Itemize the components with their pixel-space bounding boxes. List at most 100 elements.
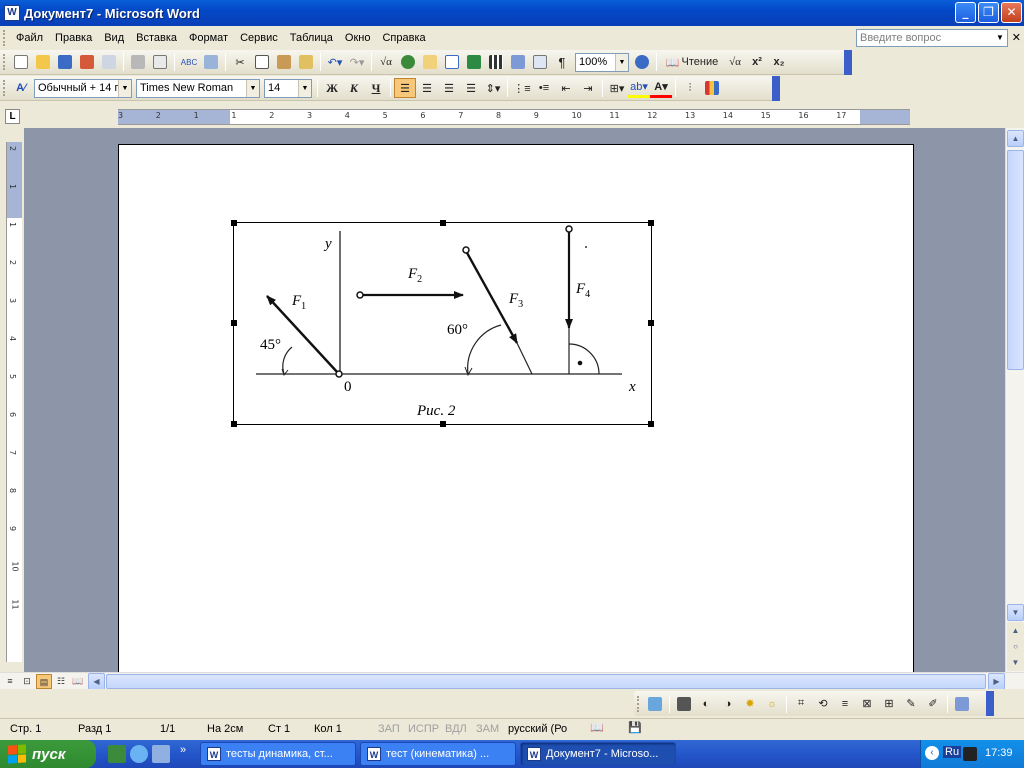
- more-brightness-icon[interactable]: ✸: [739, 694, 761, 714]
- resize-handle-tl[interactable]: [231, 220, 237, 226]
- vertical-scrollbar[interactable]: ▲ ▼ ▲ ○ ▼: [1005, 128, 1024, 672]
- less-brightness-icon[interactable]: ☼: [761, 694, 783, 714]
- resize-handle-mr[interactable]: [648, 320, 654, 326]
- styles-formatting-icon[interactable]: A⁄: [10, 78, 32, 98]
- resize-handle-tr[interactable]: [648, 220, 654, 226]
- undo-icon[interactable]: ↶▾: [324, 52, 346, 72]
- italic-button[interactable]: К: [343, 78, 365, 98]
- chart-icon[interactable]: [701, 78, 723, 98]
- tables-borders-icon[interactable]: [419, 52, 441, 72]
- line-style-icon[interactable]: ≡: [834, 694, 856, 714]
- toolbar-grip[interactable]: [637, 695, 640, 712]
- resize-handle-bl[interactable]: [231, 421, 237, 427]
- compress-pictures-icon[interactable]: ⊠: [856, 694, 878, 714]
- web-view-icon[interactable]: ⊡: [19, 674, 35, 689]
- numbering-icon[interactable]: ⋮≡: [511, 78, 533, 98]
- print-preview-icon[interactable]: [149, 52, 171, 72]
- equation-editor-icon[interactable]: √α: [724, 52, 746, 72]
- zoom-select[interactable]: 100% ▼: [575, 52, 629, 72]
- menu-edit[interactable]: Правка: [49, 32, 98, 44]
- toolbar-options-icon[interactable]: [772, 76, 780, 101]
- figure-frame[interactable]: y x 0 F1 45° F2 F3 60° F4 Рис. 2: [231, 220, 654, 427]
- justify-icon[interactable]: ☰: [460, 78, 482, 98]
- less-contrast-icon[interactable]: ◑: [717, 694, 739, 714]
- text-wrapping-icon[interactable]: ⊞: [878, 694, 900, 714]
- toolbar-options-icon[interactable]: [844, 50, 852, 75]
- menu-grip[interactable]: [3, 30, 6, 46]
- print-layout-view-icon[interactable]: ▤: [36, 674, 52, 689]
- horizontal-scroll-thumb[interactable]: [106, 674, 986, 689]
- menu-view[interactable]: Вид: [98, 32, 130, 44]
- set-transparent-color-icon[interactable]: ✐: [922, 694, 944, 714]
- scroll-left-icon[interactable]: ◀: [88, 673, 105, 690]
- cut-icon[interactable]: ✂: [229, 52, 251, 72]
- superscript-icon[interactable]: x²: [746, 52, 768, 72]
- font-color-icon[interactable]: A▾: [650, 78, 672, 98]
- insert-table-icon[interactable]: [441, 52, 463, 72]
- close-button[interactable]: ✕: [1001, 2, 1022, 23]
- scroll-right-icon[interactable]: ▶: [988, 673, 1005, 690]
- quicklaunch-more-icon[interactable]: »: [180, 744, 186, 756]
- resize-handle-ml[interactable]: [231, 320, 237, 326]
- document-page[interactable]: y x 0 F1 45° F2 F3 60° F4 Рис. 2: [118, 144, 914, 672]
- menu-tools[interactable]: Сервис: [234, 32, 284, 44]
- help-icon[interactable]: [631, 52, 653, 72]
- line-spacing-icon[interactable]: ⇕▾: [482, 78, 504, 98]
- subscript-icon[interactable]: x₂: [768, 52, 790, 72]
- align-center-icon[interactable]: ☰: [416, 78, 438, 98]
- taskbar-task-2[interactable]: Wтест (кинематика) ...: [360, 742, 516, 766]
- chevron-down-icon[interactable]: ▼: [246, 79, 259, 97]
- toolbar-grip[interactable]: [3, 80, 6, 96]
- menu-window[interactable]: Окно: [339, 32, 377, 44]
- quicklaunch-mediaplayer-icon[interactable]: [152, 745, 170, 763]
- chevron-down-icon[interactable]: ▼: [615, 53, 628, 71]
- chevron-down-icon[interactable]: ▼: [993, 30, 1007, 46]
- vertical-scroll-thumb[interactable]: [1007, 150, 1024, 370]
- status-trk[interactable]: ИСПР: [408, 723, 439, 735]
- restore-button[interactable]: ❐: [978, 2, 999, 23]
- copy-icon[interactable]: [251, 52, 273, 72]
- columns-icon[interactable]: [485, 52, 507, 72]
- color-icon[interactable]: [673, 694, 695, 714]
- taskbar-task-1[interactable]: Wтесты динамика, ст...: [200, 742, 356, 766]
- status-ext[interactable]: ВДЛ: [445, 723, 467, 735]
- chevron-down-icon[interactable]: ▼: [118, 79, 131, 97]
- taskbar-task-3[interactable]: W Документ7 - Microso...: [520, 742, 676, 766]
- increase-indent-icon[interactable]: ⇥: [577, 78, 599, 98]
- research-icon[interactable]: [200, 52, 222, 72]
- hyperlink-icon[interactable]: [397, 52, 419, 72]
- toolbar-options-icon[interactable]: [986, 691, 994, 716]
- status-language[interactable]: русский (Ро: [508, 723, 567, 735]
- quicklaunch-ie-icon[interactable]: [130, 745, 148, 763]
- menu-table[interactable]: Таблица: [284, 32, 339, 44]
- menu-help[interactable]: Справка: [376, 32, 431, 44]
- minimize-button[interactable]: _: [955, 2, 976, 23]
- language-indicator[interactable]: Ru: [943, 746, 962, 758]
- crop-icon[interactable]: ⌗: [790, 694, 812, 714]
- quicklaunch-desktop-icon[interactable]: [108, 745, 126, 763]
- scroll-up-icon[interactable]: ▲: [1007, 130, 1024, 147]
- borders-icon[interactable]: ⊞▾: [606, 78, 628, 98]
- resize-handle-bm[interactable]: [440, 421, 446, 427]
- align-right-icon[interactable]: ☰: [438, 78, 460, 98]
- paste-icon[interactable]: [273, 52, 295, 72]
- show-hide-icon[interactable]: ¶: [551, 52, 573, 72]
- format-picture-icon[interactable]: ✎: [900, 694, 922, 714]
- resize-handle-br[interactable]: [648, 421, 654, 427]
- underline-button[interactable]: Ч: [365, 78, 387, 98]
- word-app-icon[interactable]: W: [4, 5, 20, 21]
- status-ovr[interactable]: ЗАМ: [476, 723, 499, 735]
- font-select[interactable]: Times New Roman ▼: [136, 78, 260, 98]
- tray-app-icon[interactable]: [963, 747, 977, 761]
- tab-selector-icon[interactable]: L: [5, 109, 20, 124]
- status-rec[interactable]: ЗАП: [378, 723, 400, 735]
- insert-excel-icon[interactable]: [463, 52, 485, 72]
- document-close-icon[interactable]: ✕: [1012, 31, 1021, 44]
- reading-layout-button[interactable]: 📖 Чтение: [660, 52, 724, 72]
- bullets-icon[interactable]: •≡: [533, 78, 555, 98]
- start-button[interactable]: пуск: [0, 740, 96, 768]
- print-icon[interactable]: [127, 52, 149, 72]
- rotate-icon[interactable]: ⟲: [812, 694, 834, 714]
- ask-question-input[interactable]: Введите вопрос ▼: [856, 29, 1008, 47]
- highlight-icon[interactable]: ab▾: [628, 78, 650, 98]
